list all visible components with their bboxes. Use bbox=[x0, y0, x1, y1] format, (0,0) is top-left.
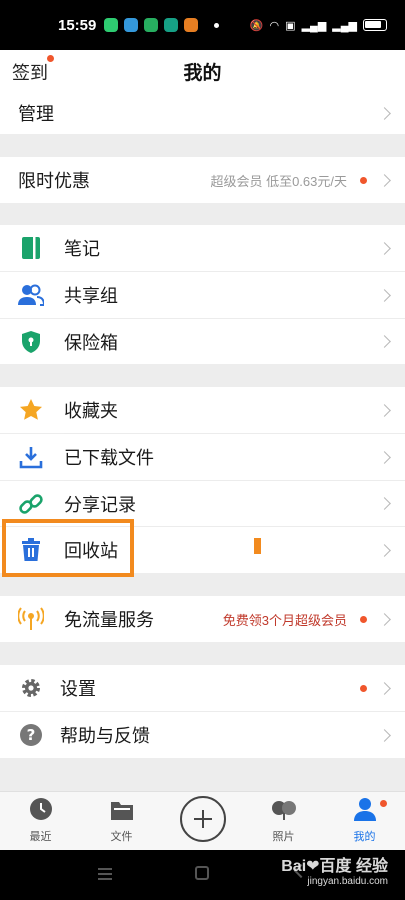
menu-item-favorites[interactable]: 收藏夹 bbox=[0, 387, 405, 433]
chevron-right-icon bbox=[378, 612, 391, 626]
watermark-url: jingyan.baidu.com bbox=[307, 876, 388, 887]
svg-text:?: ? bbox=[27, 726, 36, 744]
menu-item-label: 共享组 bbox=[64, 286, 118, 306]
status-indicators: 🔕 ◠ ▣ ▂▄▆ ▂▄▆ bbox=[250, 19, 387, 32]
tab-label: 最近 bbox=[29, 831, 52, 843]
antenna-icon bbox=[18, 606, 44, 632]
signal-icon: ▂▄▆ bbox=[332, 19, 357, 32]
app-header: 签到 我的 bbox=[0, 50, 405, 92]
people-icon bbox=[18, 282, 44, 308]
chevron-right-icon bbox=[378, 543, 391, 557]
tab-label: 文件 bbox=[110, 831, 133, 843]
bottom-tab-bar: 最近 文件 照片 我的 bbox=[0, 791, 405, 850]
plus-icon bbox=[179, 796, 226, 842]
notebook-icon bbox=[18, 235, 44, 261]
question-icon: ? bbox=[18, 722, 44, 748]
chevron-right-icon bbox=[378, 450, 391, 464]
status-time: 15:59 bbox=[58, 16, 97, 34]
status-app-icons bbox=[104, 18, 220, 32]
shield-lock-icon bbox=[18, 329, 44, 355]
menu-item-downloaded[interactable]: 已下载文件 bbox=[0, 434, 405, 480]
gear-icon bbox=[18, 675, 44, 701]
tab-add[interactable] bbox=[162, 792, 243, 850]
menu-item-settings[interactable]: 设置 bbox=[0, 665, 405, 711]
watermark: Bai❤百度 经验 jingyan.baidu.com bbox=[258, 852, 388, 887]
menu-item-label: 管理 bbox=[18, 104, 54, 124]
menu-item-free-traffic[interactable]: 免流量服务 免费领3个月超级会员 bbox=[0, 596, 405, 642]
app-icon bbox=[184, 18, 199, 32]
menu-item-limited-offer[interactable]: 限时优惠 超级会员 低至0.63元/天 bbox=[0, 157, 405, 203]
highlight-annotation-box bbox=[2, 519, 134, 577]
link-icon bbox=[18, 491, 44, 517]
menu-icon[interactable] bbox=[98, 868, 112, 880]
tab-label: 我的 bbox=[353, 831, 376, 843]
hd-icon: ▣ bbox=[285, 19, 296, 32]
red-dot-badge bbox=[360, 615, 367, 623]
watermark-brand: Bai❤百度 经验 bbox=[281, 858, 388, 875]
user-icon bbox=[353, 797, 377, 826]
wifi-icon: ◠ bbox=[269, 19, 280, 32]
folder-icon bbox=[110, 799, 134, 826]
status-bar: 15:59 🔕 ◠ ▣ ▂▄▆ ▂▄▆ bbox=[0, 0, 405, 50]
menu-item-label: 设置 bbox=[60, 679, 96, 699]
battery-icon bbox=[363, 19, 387, 31]
app-icon bbox=[164, 18, 179, 32]
page-title: 我的 bbox=[183, 62, 222, 84]
app-icon bbox=[104, 18, 119, 32]
tab-photos[interactable]: 照片 bbox=[243, 792, 324, 850]
tab-recent[interactable]: 最近 bbox=[0, 792, 81, 850]
menu-item-label: 帮助与反馈 bbox=[60, 726, 150, 746]
menu-item-label: 保险箱 bbox=[64, 332, 118, 353]
chevron-right-icon bbox=[378, 728, 391, 742]
phone-icon bbox=[144, 18, 159, 32]
chevron-right-icon bbox=[378, 106, 391, 120]
chevron-right-icon bbox=[378, 241, 391, 255]
signin-badge-dot bbox=[47, 55, 54, 62]
menu-item-label: 免流量服务 bbox=[64, 610, 154, 630]
mute-icon: 🔕 bbox=[249, 19, 264, 32]
menu-item-label: 已下载文件 bbox=[64, 448, 154, 468]
menu-item-label: 笔记 bbox=[64, 239, 100, 259]
annotation-marker bbox=[254, 538, 261, 554]
signal-icon: ▂▄▆ bbox=[301, 19, 327, 32]
chevron-right-icon bbox=[378, 173, 391, 187]
signin-button[interactable]: 签到 bbox=[12, 55, 54, 85]
free-traffic-detail-text: 免费领3个月超级会员 bbox=[222, 612, 347, 628]
notification-dot-icon bbox=[214, 22, 220, 28]
chevron-right-icon bbox=[378, 288, 391, 302]
menu-item-help-feedback[interactable]: ? 帮助与反馈 bbox=[0, 712, 405, 758]
star-icon bbox=[18, 397, 44, 423]
menu-item-notes[interactable]: 笔记 bbox=[0, 225, 405, 271]
download-icon bbox=[18, 444, 44, 470]
clock-icon bbox=[29, 797, 53, 826]
menu-item-label: 限时优惠 bbox=[18, 171, 90, 191]
tab-label: 照片 bbox=[272, 831, 295, 843]
app-icon bbox=[124, 18, 139, 32]
chevron-right-icon bbox=[378, 497, 391, 510]
menu-item-manage[interactable]: 管理 bbox=[0, 92, 405, 134]
menu-item-label: 收藏夹 bbox=[64, 401, 118, 421]
photo-icon bbox=[271, 799, 297, 826]
menu-item-share-group[interactable]: 共享组 bbox=[0, 272, 405, 318]
red-dot-badge bbox=[360, 176, 367, 184]
red-dot-badge bbox=[380, 800, 387, 807]
menu-item-vault[interactable]: 保险箱 bbox=[0, 319, 405, 364]
signin-label: 签到 bbox=[12, 63, 48, 83]
home-icon[interactable] bbox=[195, 866, 209, 880]
chevron-right-icon bbox=[378, 403, 391, 417]
tab-mine[interactable]: 我的 bbox=[324, 792, 405, 850]
red-dot-badge bbox=[360, 684, 367, 692]
chevron-right-icon bbox=[378, 335, 391, 348]
menu-item-label: 分享记录 bbox=[64, 494, 136, 515]
chevron-right-icon bbox=[378, 681, 391, 695]
promo-detail-text: 超级会员 低至0.63元/天 bbox=[210, 173, 347, 189]
tab-files[interactable]: 文件 bbox=[81, 792, 162, 850]
